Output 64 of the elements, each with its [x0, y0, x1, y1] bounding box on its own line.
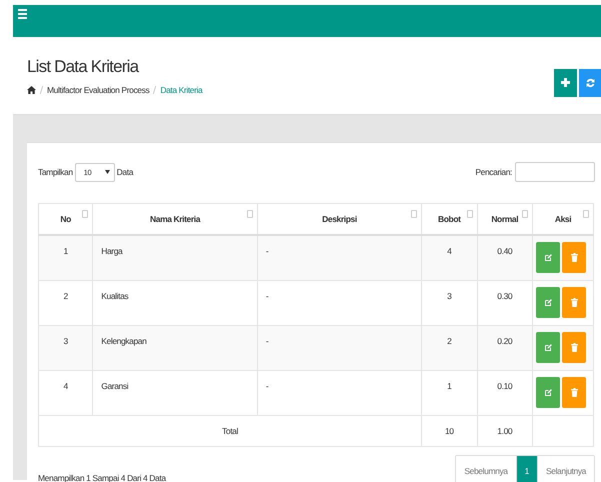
table-cell: 4 [422, 235, 477, 280]
menu-icon[interactable] [18, 9, 27, 19]
table-cell: Harga [92, 235, 258, 280]
table-cell: 3 [38, 325, 93, 370]
edit-icon [544, 254, 552, 261]
sort-icon [466, 210, 472, 218]
home-icon[interactable] [27, 86, 36, 94]
trash-icon [570, 298, 578, 306]
table-cell: - [257, 235, 422, 280]
caret-icon [104, 170, 110, 174]
table-cell: 3 [422, 280, 477, 325]
sort-icon [583, 210, 589, 218]
table-cell: 0.10 [477, 370, 533, 415]
trash-icon [570, 388, 578, 396]
sort-icon [522, 210, 528, 218]
breadcrumb-separator [153, 86, 156, 94]
page-title: List Data Kriteria [27, 56, 140, 76]
table-cell: 2 [38, 280, 93, 325]
edit-button[interactable] [536, 332, 560, 362]
refresh-icon [586, 78, 594, 88]
table-cell: 1 [38, 235, 93, 280]
table-cell: 0.40 [477, 235, 533, 280]
plus-icon [561, 78, 570, 87]
table-cell: Kualitas [92, 280, 258, 325]
delete-button[interactable] [562, 332, 586, 362]
sort-icon [411, 210, 418, 218]
edit-icon [544, 344, 552, 350]
breadcrumb-separator [40, 86, 43, 94]
trash-icon [570, 342, 578, 352]
table-info: Menampilkan 1 Sampai 4 Dari 4 Data [38, 472, 166, 482]
table-cell: - [257, 325, 422, 370]
delete-button[interactable] [562, 286, 586, 318]
table-cell: 4 [38, 370, 93, 415]
table-cell: 0.30 [477, 280, 533, 325]
table-cell: 1 [422, 370, 477, 415]
add-button[interactable] [554, 68, 577, 96]
table-cell: Total [38, 415, 422, 446]
table-cell: 1.00 [477, 415, 533, 446]
delete-button[interactable] [562, 242, 586, 273]
edit-icon [544, 388, 552, 396]
sort-icon [246, 210, 253, 218]
show-label: Tampilkan [38, 167, 73, 177]
search-field[interactable] [515, 162, 595, 182]
table-cell: - [257, 280, 422, 325]
sort-icon [82, 210, 88, 218]
table-cell: 2 [422, 325, 477, 370]
trash-icon [570, 253, 578, 262]
breadcrumb-link[interactable]: Data Kriteria [160, 84, 202, 94]
table-cell: Kelengkapan [92, 325, 258, 370]
search-label: Pencarian: [475, 167, 512, 177]
edit-button[interactable] [536, 376, 560, 408]
page-button[interactable]: 1 [516, 456, 537, 482]
edit-icon [544, 298, 552, 306]
refresh-button[interactable] [579, 68, 601, 96]
breadcrumb-link[interactable]: Multifactor Evaluation Process [47, 84, 150, 94]
show-suffix: Data [116, 167, 134, 177]
table-cell: - [257, 370, 422, 415]
table-cell: 10 [422, 415, 477, 446]
table-cell: 0.20 [477, 325, 533, 370]
table-cell: Garansi [92, 370, 258, 415]
page-button[interactable]: Selanjutnya [536, 456, 594, 482]
edit-button[interactable] [536, 242, 560, 273]
edit-button[interactable] [536, 286, 560, 318]
delete-button[interactable] [562, 376, 586, 408]
